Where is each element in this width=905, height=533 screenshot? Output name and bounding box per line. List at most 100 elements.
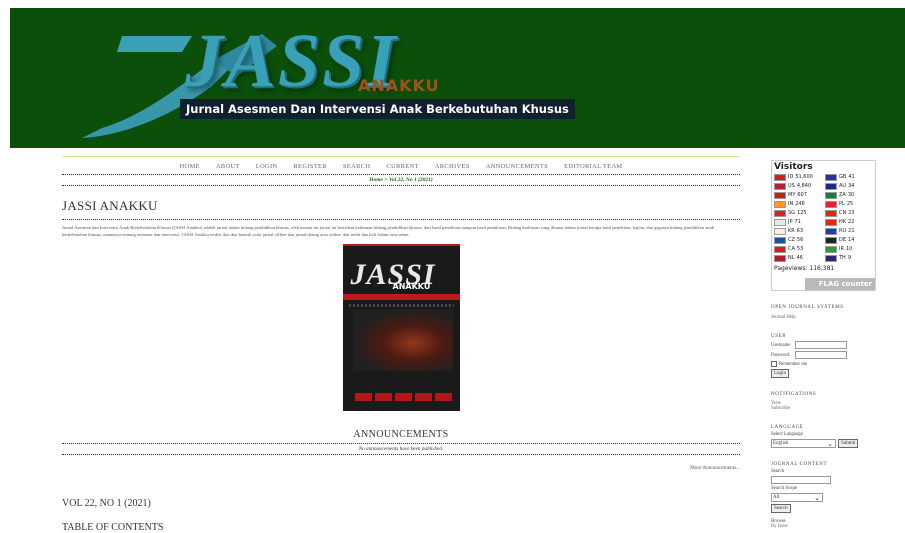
issue-heading: VOL 22, NO 1 (2021) (62, 498, 151, 509)
flag-counter-row: PL 25 (825, 200, 873, 208)
flag-counter-row: GB 41 (825, 173, 873, 181)
flag-counter-row: AU 34 (825, 182, 873, 190)
username-field[interactable] (795, 341, 847, 349)
country-count: 14 (848, 237, 855, 243)
password-field[interactable] (795, 351, 847, 359)
flag-counter-row: TH 9 (825, 254, 873, 262)
password-label: Password (771, 352, 790, 358)
nav-login[interactable]: LOGIN (256, 163, 278, 170)
nav-about[interactable]: ABOUT (216, 163, 240, 170)
logo-tagline: Jurnal Asesmen Dan Intervensi Anak Berke… (180, 99, 575, 119)
country-flag-icon (825, 245, 837, 253)
password-row: Password (771, 351, 881, 359)
remember-row: Remember me (771, 361, 881, 367)
country-count: 21 (848, 228, 855, 234)
country-flag-icon (774, 236, 786, 244)
language-select[interactable]: English ⌄ (771, 439, 836, 448)
country-count: 125 (797, 210, 807, 216)
remember-checkbox[interactable] (771, 361, 777, 367)
country-code: PL (839, 201, 845, 207)
search-button[interactable]: Search (771, 504, 791, 513)
country-code: DE (839, 237, 847, 243)
nav-current[interactable]: CURRENT (386, 163, 418, 170)
search-input[interactable] (771, 476, 831, 484)
toc-heading: TABLE OF CONTENTS (62, 522, 164, 533)
nav-home[interactable]: HOME (179, 163, 199, 170)
subscribe-link[interactable]: Subscribe (771, 406, 881, 411)
more-announcements-link[interactable]: More Announcements... (62, 465, 740, 471)
ojs-heading[interactable]: OPEN JOURNAL SYSTEMS (771, 305, 881, 310)
flag-counter-row: HK 22 (825, 218, 873, 226)
country-flag-icon (774, 209, 786, 217)
journal-help-link[interactable]: Journal Help (771, 315, 881, 320)
country-count: 4,840 (796, 183, 812, 189)
pageviews-row: Pageviews: 116,381 (772, 263, 875, 272)
country-code: JP (788, 219, 793, 225)
flag-counter-grid: ID 51,600 GB 41 US 4,840 AU 34 MY 607 ZA 30 IN 246 PL 2… (772, 172, 875, 263)
flag-counter-brand: FLAG counter (805, 278, 875, 290)
country-flag-icon (774, 182, 786, 190)
country-code: ZA (839, 192, 846, 198)
scope-value: All (773, 495, 780, 500)
country-code: AU (839, 183, 847, 189)
flag-counter-row: NL 46 (774, 254, 822, 262)
flag-counter-widget[interactable]: Visitors ID 51,600 GB 41 US 4,840 AU 34 MY 607 ZA 3… (771, 160, 876, 291)
country-code: NL (788, 255, 795, 261)
login-button[interactable]: Login (771, 369, 789, 378)
country-flag-icon (774, 200, 786, 208)
flag-counter-row: SG 125 (774, 209, 822, 217)
flag-counter-row: KR 63 (774, 227, 822, 235)
language-submit-button[interactable]: Submit (838, 439, 859, 448)
country-count: 30 (847, 192, 855, 198)
country-count: 71 (794, 219, 801, 225)
country-code: CN (839, 210, 847, 216)
chevron-down-icon: ⌄ (814, 493, 820, 502)
browse-by-issue-link[interactable]: By Issue (771, 524, 881, 529)
flag-counter-row: IN 246 (774, 200, 822, 208)
country-code: IR (839, 246, 844, 252)
country-flag-icon (825, 227, 837, 235)
nav-search[interactable]: SEARCH (343, 163, 370, 170)
country-code: CZ (788, 237, 795, 243)
nav-archives[interactable]: ARCHIVES (435, 163, 470, 170)
flag-counter-row: DE 14 (825, 236, 873, 244)
nav-announcements[interactable]: ANNOUNCEMENTS (486, 163, 548, 170)
flag-counter-row: US 4,840 (774, 182, 822, 190)
country-count: 9 (847, 255, 852, 261)
country-flag-icon (774, 227, 786, 235)
country-code: TH (839, 255, 846, 261)
main-content: HOME ABOUT LOGIN REGISTER SEARCH CURRENT… (62, 150, 740, 533)
flag-counter-row: IR 10 (825, 245, 873, 253)
pageviews-label: Pageviews: (774, 265, 808, 272)
country-count: 25 (846, 201, 854, 207)
country-code: CA (788, 246, 795, 252)
nav-editorial-team[interactable]: EDITORIAL TEAM (564, 163, 622, 170)
flag-counter-row: RU 21 (825, 227, 873, 235)
country-code: IN (788, 201, 794, 207)
country-code: KR (788, 228, 795, 234)
user-heading: USER (771, 334, 787, 339)
country-flag-icon (825, 173, 837, 181)
country-flag-icon (825, 182, 837, 190)
country-count: 22 (848, 219, 855, 225)
language-heading: LANGUAGE (771, 425, 804, 430)
cover-subtitle: ANAKKU (392, 282, 431, 291)
country-count: 56 (796, 237, 804, 243)
flag-counter-row: CA 53 (774, 245, 822, 253)
country-count: 10 (845, 246, 853, 252)
country-code: SG (788, 210, 796, 216)
search-label: Search (771, 469, 785, 474)
search-scope-select[interactable]: All ⌄ (771, 493, 823, 502)
country-count: 34 (848, 183, 855, 189)
country-flag-icon (825, 200, 837, 208)
country-code: ID (788, 174, 794, 180)
nav-register[interactable]: REGISTER (293, 163, 326, 170)
country-flag-icon (825, 236, 837, 244)
country-flag-icon (774, 218, 786, 226)
country-flag-icon (774, 245, 786, 253)
breadcrumb[interactable]: Home > Vol 22, No 1 (2021) (62, 175, 740, 185)
country-flag-icon (825, 209, 837, 217)
dotted-divider (62, 219, 740, 220)
language-row: English ⌄ Submit (771, 439, 881, 448)
sidebar: Visitors ID 51,600 GB 41 US 4,840 AU 34 MY 607 ZA 3… (771, 160, 881, 529)
